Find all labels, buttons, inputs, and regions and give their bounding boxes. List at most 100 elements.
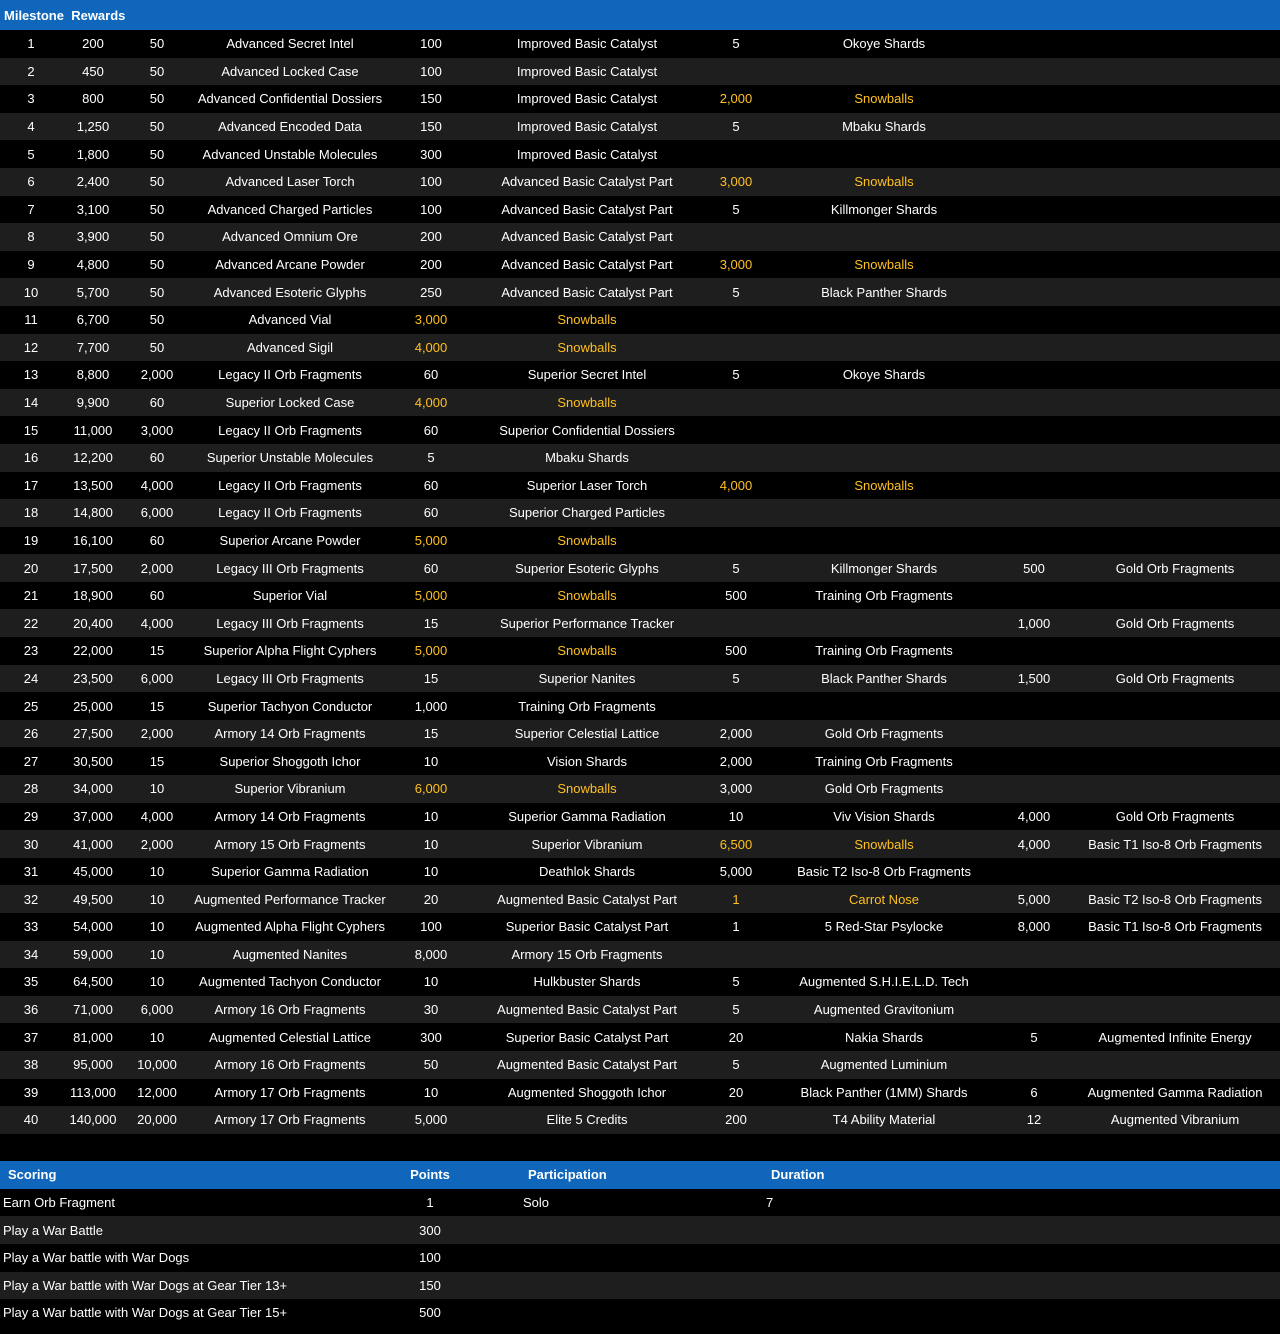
scoring-cell: Solo — [523, 1195, 550, 1211]
table-cell: Advanced Unstable Molecules — [202, 146, 378, 162]
table-row: 13 8,800 2,000 Legacy II Orb Fragments 60 Sup… — [0, 361, 1280, 389]
table-cell: Superior Confidential Dossiers — [499, 422, 675, 438]
table-cell: Mbaku Shards — [842, 119, 926, 135]
table-cell: 60 — [423, 477, 439, 493]
table-cell: 5 — [732, 367, 740, 383]
scoring-cell: 100 — [419, 1250, 441, 1266]
table-cell: Viv Vision Shards — [833, 808, 935, 824]
table-cell: 250 — [420, 284, 442, 300]
scoring-cell: 1 — [426, 1195, 434, 1211]
table-cell: 300 — [420, 146, 442, 162]
table-cell — [702, 140, 770, 168]
table-cell — [770, 527, 998, 555]
table-cell: Advanced Basic Catalyst Part — [501, 284, 673, 300]
table-cell — [1070, 444, 1280, 472]
table-cell: Snowballs — [557, 781, 617, 797]
table-cell: 18,900 — [73, 588, 113, 604]
table-cell: Elite 5 Credits — [546, 1112, 628, 1128]
table-cell: Superior Alpha Flight Cyphers — [203, 643, 377, 659]
table-cell: Okoye Shards — [842, 367, 926, 383]
table-cell: Superior Shoggoth Ichor — [219, 753, 361, 769]
table-cell — [702, 389, 770, 417]
table-cell: Snowballs — [557, 643, 617, 659]
table-cell: Advanced Confidential Dossiers — [197, 91, 383, 107]
table-row: 6 2,400 50 Advanced Laser Torch 100 Advanced … — [0, 167, 1280, 196]
table-cell — [1070, 278, 1280, 306]
table-cell: Training Orb Fragments — [518, 698, 656, 714]
table-cell: 100 — [420, 919, 442, 935]
table-cell: 60 — [149, 532, 165, 548]
table-cell — [770, 941, 998, 969]
table-cell — [1070, 58, 1280, 86]
table-cell — [998, 444, 1070, 472]
table-cell: 22,000 — [73, 643, 113, 659]
table-cell: Advanced Sigil — [247, 339, 333, 355]
milestone-rewards-table: Milestone Rewards 1 200 50 Advanced Secret … — [0, 0, 1280, 1134]
table-cell: 3 — [27, 91, 35, 107]
table-cell: 200 — [420, 229, 442, 245]
table-cell — [1070, 941, 1280, 969]
table-cell: 20 — [23, 560, 39, 576]
table-cell: 18 — [23, 505, 39, 521]
table-cell: 45,000 — [73, 864, 113, 880]
table-cell: Augmented Celestial Lattice — [209, 1029, 371, 1045]
scoring-row: Play a War battle with War Dogs at Gear … — [0, 1271, 1280, 1300]
table-cell: 60 — [423, 505, 439, 521]
table-cell: 60 — [423, 367, 439, 383]
table-cell: 10,000 — [137, 1057, 177, 1073]
table-row: 32 49,500 10 Augmented Performance Tracker 2… — [0, 885, 1280, 913]
table-cell — [1070, 582, 1280, 610]
table-cell — [1070, 720, 1280, 748]
table-row: 16 12,200 60 Superior Unstable Molecules 5 Mb… — [0, 443, 1280, 472]
table-cell: 2,000 — [140, 367, 174, 383]
table-cell — [998, 499, 1070, 527]
table-row: 5 1,800 50 Advanced Unstable Molecules 300 Im… — [0, 140, 1280, 168]
table-cell — [998, 775, 1070, 803]
table-cell: 5,000 — [1017, 891, 1051, 907]
table-cell: 15 — [423, 726, 439, 742]
table-spacer — [0, 1133, 1280, 1161]
scoring-cell: Play a War battle with War Dogs — [3, 1250, 190, 1266]
table-cell: Legacy III Orb Fragments — [216, 560, 364, 576]
table-cell: Augmented Basic Catalyst Part — [497, 1057, 677, 1073]
table-cell: 50 — [149, 63, 165, 79]
table-cell: Deathlok Shards — [538, 864, 636, 880]
table-cell: 25,000 — [73, 698, 113, 714]
table-cell: 60 — [423, 422, 439, 438]
table-cell: Armory 14 Orb Fragments — [214, 808, 366, 824]
table-cell: Snowballs — [557, 312, 617, 328]
table-cell: 60 — [423, 560, 439, 576]
table-cell: 2,000 — [719, 726, 753, 742]
table-cell: Black Panther Shards — [821, 670, 947, 686]
table-cell: Legacy II Orb Fragments — [218, 477, 362, 493]
table-cell: Superior Arcane Powder — [219, 532, 361, 548]
table-cell: 2 — [27, 63, 35, 79]
table-cell — [998, 747, 1070, 775]
table-cell: Augmented Gamma Radiation — [1087, 1084, 1263, 1100]
table-cell: 5,000 — [719, 864, 753, 880]
table-cell: 1,250 — [76, 119, 110, 135]
table-cell: Black Panther Shards — [821, 284, 947, 300]
table-cell — [1070, 1051, 1280, 1079]
table-cell: 50 — [149, 229, 165, 245]
table-cell: 6,000 — [414, 781, 448, 797]
table-cell: 6,500 — [719, 836, 753, 852]
table-cell: Gold Orb Fragments — [1115, 560, 1235, 576]
table-cell: Training Orb Fragments — [815, 753, 953, 769]
scoring-cell: Play a War Battle — [3, 1222, 103, 1238]
table-cell: 30,500 — [73, 753, 113, 769]
table-cell: 12 — [23, 339, 39, 355]
table-cell: Vision Shards — [547, 753, 627, 769]
table-cell: Superior Charged Particles — [508, 505, 666, 521]
table-cell: Superior Vibranium — [234, 781, 346, 797]
table-cell — [1070, 527, 1280, 555]
table-cell: 2,000 — [140, 726, 174, 742]
table-cell: 4,800 — [76, 257, 110, 273]
table-cell — [702, 444, 770, 472]
table-cell: 5 — [732, 974, 740, 990]
table-row: 21 18,900 60 Superior Vial 5,000 Snowballs 500… — [0, 581, 1280, 610]
table-cell: 10 — [23, 284, 39, 300]
table-cell: 4,000 — [719, 477, 753, 493]
rewards-header: Milestone Rewards — [0, 0, 1280, 30]
table-cell: Legacy III Orb Fragments — [216, 670, 364, 686]
